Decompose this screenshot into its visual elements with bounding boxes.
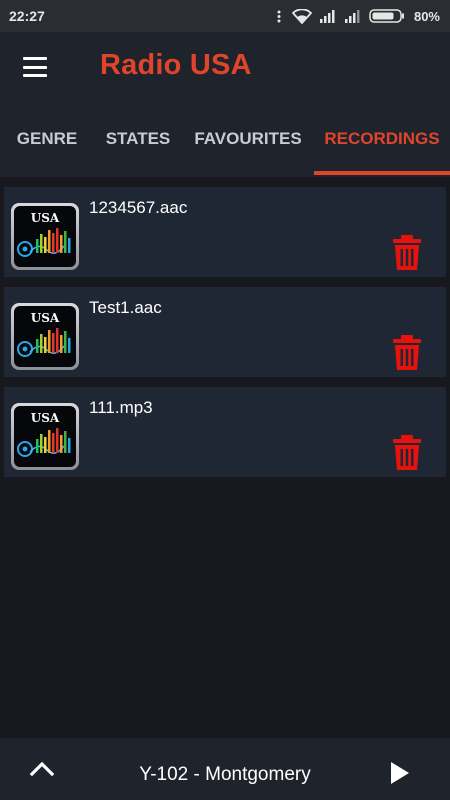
battery-icon [369, 9, 404, 23]
list-item[interactable]: USA Test1.aac [4, 287, 446, 377]
tab-states[interactable]: STATES [94, 100, 182, 177]
trash-icon[interactable] [392, 335, 422, 371]
now-playing-station[interactable]: Y-102 - Montgomery [0, 764, 450, 786]
player-bar: Y-102 - Montgomery [0, 738, 450, 800]
list-item[interactable]: USA 111.mp3 [4, 387, 446, 477]
radio-thumbnail: USA [11, 303, 79, 370]
equalizer-art-icon [17, 228, 71, 257]
tab-favourites[interactable]: FAVOURITES [182, 100, 314, 177]
equalizer-art-icon [17, 328, 71, 357]
battery-percent: 80% [413, 8, 440, 24]
alarm-icon [277, 10, 281, 23]
radio-thumbnail: USA [11, 203, 79, 270]
app-title: Radio USA [100, 49, 252, 81]
app-bar: Radio USA [0, 32, 450, 100]
radio-thumbnail: USA [11, 403, 79, 470]
play-icon[interactable] [387, 761, 413, 785]
status-time: 22:27 [9, 8, 45, 24]
wifi-icon [291, 8, 312, 24]
list-item[interactable]: USA 1234567.aac [4, 187, 446, 277]
active-tab-indicator [314, 171, 450, 175]
trash-icon[interactable] [392, 435, 422, 471]
tab-genre[interactable]: GENRE [0, 100, 94, 177]
recording-name: 111.mp3 [89, 398, 153, 417]
tab-recordings[interactable]: RECORDINGS [314, 100, 450, 177]
hamburger-menu-icon[interactable] [18, 52, 52, 82]
status-bar: 22:27 80% [0, 0, 450, 32]
equalizer-art-icon [17, 428, 71, 457]
signal-icon [344, 10, 360, 23]
recording-name: Test1.aac [89, 298, 162, 317]
signal-icon [319, 10, 335, 23]
tab-bar: GENRE STATES FAVOURITES RECORDINGS [0, 100, 450, 177]
recording-name: 1234567.aac [89, 198, 188, 217]
trash-icon[interactable] [392, 235, 422, 271]
status-icons: 80% [273, 8, 440, 24]
